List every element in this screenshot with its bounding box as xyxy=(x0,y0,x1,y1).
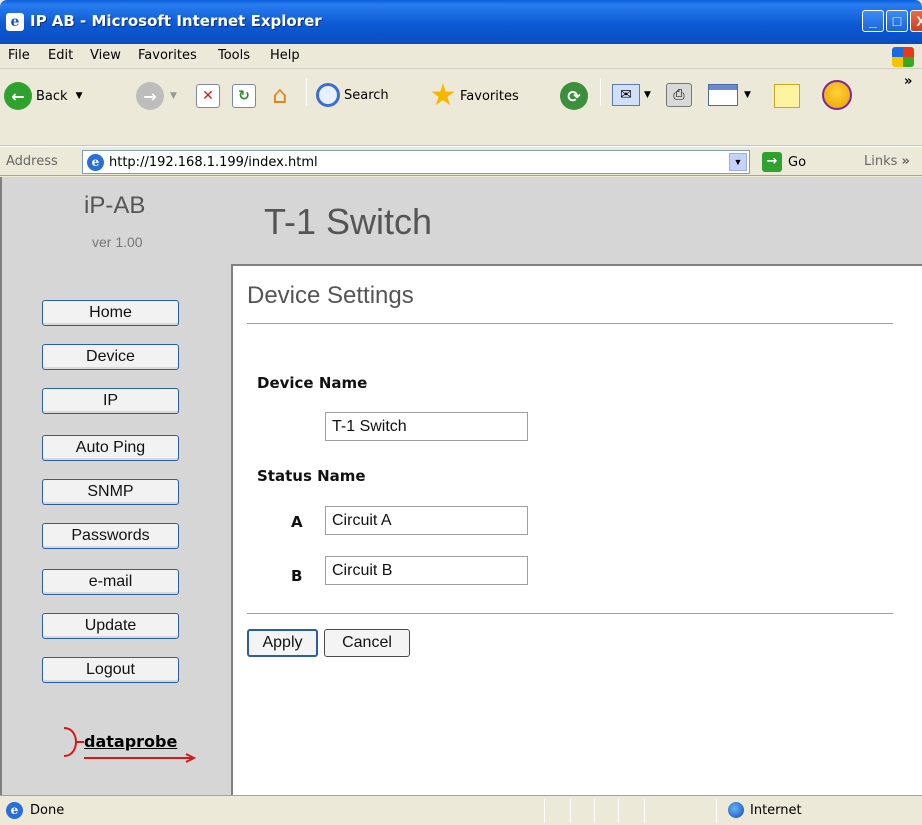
edit-dropdown-icon[interactable]: ▼ xyxy=(744,90,751,100)
stop-button[interactable]: ✕ xyxy=(196,84,220,108)
go-arrow-icon: → xyxy=(762,152,782,172)
nav-snmp-button[interactable]: SNMP xyxy=(42,479,179,505)
print-icon: ⎙ xyxy=(666,83,692,107)
links-button[interactable]: Links » xyxy=(864,154,910,169)
device-name-input[interactable] xyxy=(325,412,528,441)
window-title: IP AB - Microsoft Internet Explorer xyxy=(30,12,322,30)
menu-tools[interactable]: Tools xyxy=(218,48,250,63)
favorites-button[interactable]: ★ Favorites xyxy=(428,81,519,111)
ie-logo-icon: e xyxy=(6,13,24,31)
toolbar-more-icon[interactable]: » xyxy=(904,74,912,89)
page-title: T-1 Switch xyxy=(264,201,433,242)
search-button[interactable]: Search xyxy=(316,83,389,107)
address-dropdown-icon[interactable]: ▼ xyxy=(729,153,747,171)
browser-window: e IP AB - Microsoft Internet Explorer _ … xyxy=(0,0,922,825)
status-name-label: Status Name xyxy=(257,467,366,485)
windows-flag-icon xyxy=(892,47,914,67)
brand-version: ver 1.00 xyxy=(92,234,143,250)
internet-zone-icon xyxy=(728,802,744,818)
minimize-button[interactable]: _ xyxy=(862,10,884,32)
print-button[interactable]: ⎙ xyxy=(666,83,692,107)
page-icon: e xyxy=(87,154,104,171)
mail-dropdown-icon[interactable]: ▼ xyxy=(644,90,651,100)
status-a-label: A xyxy=(291,513,303,531)
brand-title: iP-AB xyxy=(84,192,146,219)
dataprobe-logo: dataprobe xyxy=(60,720,200,764)
favorites-star-icon: ★ xyxy=(429,78,457,113)
address-input[interactable]: e http://192.168.1.199/index.html ▼ xyxy=(82,150,750,174)
forward-button[interactable]: → ▼ xyxy=(136,82,177,110)
section-title: Device Settings xyxy=(247,282,414,309)
page-viewport: iP-AB ver 1.00 T-1 Switch Home Device IP… xyxy=(0,177,922,795)
status-text: Done xyxy=(30,803,65,818)
logo-text: dataprobe xyxy=(84,732,178,751)
content-panel: Device Settings Device Name Status Name … xyxy=(231,264,922,795)
zone-text: Internet xyxy=(750,803,802,818)
stop-icon: ✕ xyxy=(196,84,220,108)
home-button[interactable]: ⌂ xyxy=(266,82,294,108)
nav-email-button[interactable]: e-mail xyxy=(42,569,179,595)
divider-top xyxy=(247,323,893,324)
toolbar: ← Back ▼ → ▼ ✕ ↻ ⌂ Search ★ Favorites ⟳ xyxy=(0,70,922,146)
menu-edit[interactable]: Edit xyxy=(48,48,73,63)
history-icon: ⟳ xyxy=(560,82,588,110)
messenger-button[interactable] xyxy=(822,80,852,110)
page-status-icon: e xyxy=(6,802,23,819)
nav-update-button[interactable]: Update xyxy=(42,613,179,639)
nav-device-button[interactable]: Device xyxy=(42,344,179,370)
maximize-button[interactable]: □ xyxy=(886,10,908,32)
back-dropdown-icon[interactable]: ▼ xyxy=(76,91,83,101)
status-b-input[interactable] xyxy=(325,556,528,585)
mail-icon: ✉ xyxy=(612,84,640,106)
back-arrow-icon: ← xyxy=(4,82,32,110)
nav-logout-button[interactable]: Logout xyxy=(42,657,179,683)
favorites-label: Favorites xyxy=(460,88,519,104)
address-url: http://192.168.1.199/index.html xyxy=(109,155,318,170)
refresh-icon: ↻ xyxy=(232,84,256,108)
history-button[interactable]: ⟳ xyxy=(560,82,588,110)
menu-favorites[interactable]: Favorites xyxy=(138,48,197,63)
apply-button[interactable]: Apply xyxy=(247,629,318,657)
forward-arrow-icon: → xyxy=(136,82,164,110)
refresh-button[interactable]: ↻ xyxy=(232,84,256,108)
edit-button[interactable]: ▼ xyxy=(708,84,751,106)
close-button[interactable]: X xyxy=(910,10,922,32)
discuss-button[interactable] xyxy=(774,84,800,108)
forward-dropdown-icon[interactable]: ▼ xyxy=(170,91,177,101)
home-icon: ⌂ xyxy=(272,81,288,109)
address-bar: Address e http://192.168.1.199/index.htm… xyxy=(0,146,922,176)
nav-passwords-button[interactable]: Passwords xyxy=(42,523,179,549)
nav-auto-ping-button[interactable]: Auto Ping xyxy=(42,435,179,461)
cancel-button[interactable]: Cancel xyxy=(324,629,410,657)
status-a-input[interactable] xyxy=(325,506,528,535)
mail-button[interactable]: ✉ ▼ xyxy=(612,84,651,106)
nav-home-button[interactable]: Home xyxy=(42,300,179,326)
search-label: Search xyxy=(344,87,389,103)
address-label: Address xyxy=(6,154,58,169)
links-label: Links xyxy=(864,154,898,169)
search-icon xyxy=(316,83,340,107)
status-bar: e Done Internet xyxy=(0,795,922,825)
menu-help[interactable]: Help xyxy=(270,48,300,63)
go-label: Go xyxy=(788,154,807,170)
menu-bar: File Edit View Favorites Tools Help xyxy=(0,44,922,69)
back-label: Back xyxy=(36,88,68,104)
messenger-icon xyxy=(822,80,852,110)
edit-page-icon xyxy=(708,84,738,106)
status-b-label: B xyxy=(291,567,303,585)
title-bar: e IP AB - Microsoft Internet Explorer _ … xyxy=(0,0,922,44)
menu-view[interactable]: View xyxy=(90,48,121,63)
nav-ip-button[interactable]: IP xyxy=(42,388,179,414)
device-name-label: Device Name xyxy=(257,374,368,392)
menu-file[interactable]: File xyxy=(8,48,30,63)
links-more-icon: » xyxy=(901,154,910,169)
note-icon xyxy=(774,84,800,108)
divider-bottom xyxy=(247,613,893,614)
back-button[interactable]: ← Back ▼ xyxy=(4,82,82,110)
go-button[interactable]: → Go xyxy=(762,152,806,172)
